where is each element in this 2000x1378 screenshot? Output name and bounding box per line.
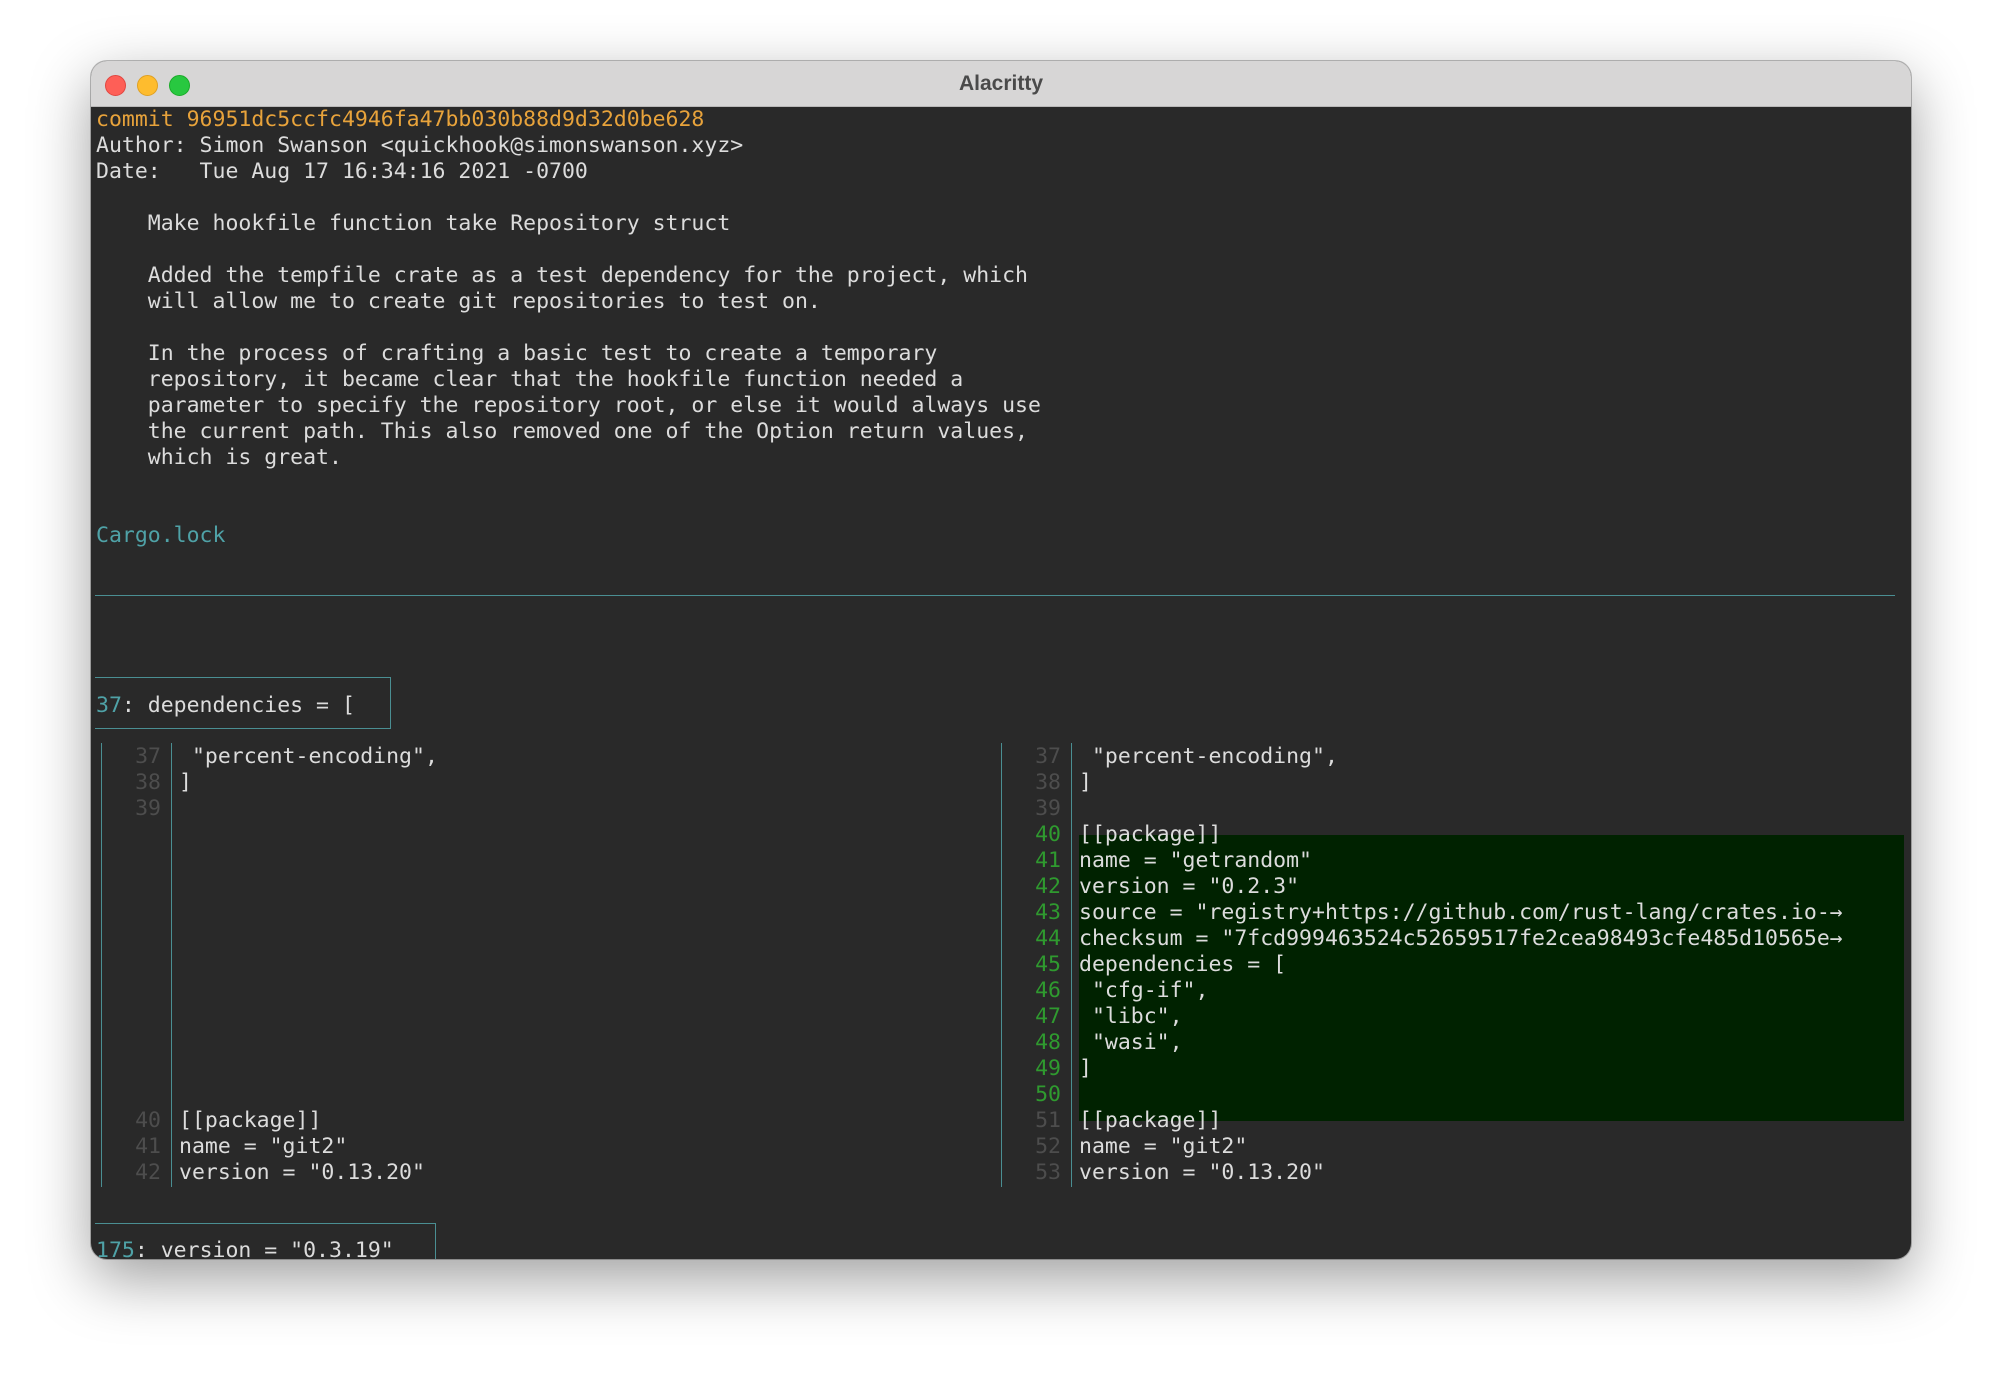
left-gutter-divider [171, 743, 172, 1187]
line-number: 37 [135, 744, 161, 769]
added-code-line: "wasi", [1079, 1030, 1183, 1055]
added-code-line: "libc", [1079, 1004, 1183, 1029]
code-line: version = "0.13.20" [179, 1160, 425, 1185]
line-number: 37 [1035, 744, 1061, 769]
added-code-line: dependencies = [ [1079, 952, 1287, 977]
right-gutter-divider [1071, 743, 1072, 1187]
line-number: 40 [1035, 822, 1061, 847]
line-number: 42 [135, 1160, 161, 1185]
terminal-window: Alacritty commit 96951dc5ccfc4946fa47bb0… [91, 61, 1911, 1259]
added-code-line: [[package]] [1079, 822, 1222, 847]
commit-message-line: Added the tempfile crate as a test depen… [96, 263, 1028, 288]
added-code-line: checksum = "7fcd999463524c52659517fe2cea… [1079, 926, 1843, 951]
commit-message-line: repository, it became clear that the hoo… [96, 367, 964, 392]
code-line: [[package]] [1079, 1108, 1222, 1133]
commit-message-line: the current path. This also removed one … [96, 419, 1028, 444]
file-separator [95, 595, 1895, 596]
line-number: 50 [1035, 1082, 1061, 1107]
code-line: [[package]] [179, 1108, 322, 1133]
code-line: ] [179, 770, 192, 795]
added-code-line: "cfg-if", [1079, 978, 1209, 1003]
line-number: 41 [1035, 848, 1061, 873]
hunk-header: 175: version = "0.3.19" [96, 1238, 394, 1259]
line-number: 46 [1035, 978, 1061, 1003]
line-number: 43 [1035, 900, 1061, 925]
commit-message-line: Make hookfile function take Repository s… [96, 211, 731, 236]
hunk-line-number: 175 [96, 1238, 135, 1259]
line-number: 51 [1035, 1108, 1061, 1133]
line-number: 53 [1035, 1160, 1061, 1185]
commit-message-line: which is great. [96, 445, 342, 470]
file-name: Cargo.lock [96, 523, 226, 548]
terminal-content[interactable]: commit 96951dc5ccfc4946fa47bb030b88d9d32… [91, 107, 1911, 1259]
code-line: name = "git2" [1079, 1134, 1248, 1159]
line-number: 39 [135, 796, 161, 821]
line-number: 44 [1035, 926, 1061, 951]
line-number: 42 [1035, 874, 1061, 899]
code-line: "percent-encoding", [179, 744, 438, 769]
line-number: 40 [135, 1108, 161, 1133]
commit-date-line: Date: Tue Aug 17 16:34:16 2021 -0700 [96, 159, 588, 184]
added-code-line: source = "registry+https://github.com/ru… [1079, 900, 1843, 925]
added-code-line: version = "0.2.3" [1079, 874, 1300, 899]
line-number: 47 [1035, 1004, 1061, 1029]
line-number: 41 [135, 1134, 161, 1159]
hunk-context: : dependencies = [ [121, 693, 355, 718]
commit-message-line: will allow me to create git repositories… [96, 289, 821, 314]
line-number: 49 [1035, 1056, 1061, 1081]
line-number: 38 [135, 770, 161, 795]
hunk-context: : version = "0.3.19" [134, 1238, 394, 1259]
right-pane-border [1001, 743, 1002, 1187]
code-line: version = "0.13.20" [1079, 1160, 1325, 1185]
commit-hash-line: commit 96951dc5ccfc4946fa47bb030b88d9d32… [96, 107, 705, 132]
line-number: 48 [1035, 1030, 1061, 1055]
line-number: 38 [1035, 770, 1061, 795]
commit-author-line: Author: Simon Swanson <quickhook@simonsw… [96, 133, 744, 158]
window-title: Alacritty [958, 72, 1044, 95]
line-number: 52 [1035, 1134, 1061, 1159]
added-code-line: name = "getrandom" [1079, 848, 1312, 873]
commit-message-line: In the process of crafting a basic test … [96, 341, 938, 366]
added-code-line: ] [1079, 1056, 1092, 1081]
left-pane-border [101, 743, 102, 1187]
code-line: "percent-encoding", [1079, 744, 1338, 769]
line-number: 45 [1035, 952, 1061, 977]
commit-message-line: parameter to specify the repository root… [96, 393, 1041, 418]
code-line: name = "git2" [179, 1134, 348, 1159]
title-bar: Alacritty [91, 61, 1911, 107]
code-line: ] [1079, 770, 1092, 795]
hunk-header: 37: dependencies = [ [96, 693, 355, 719]
hunk-line-number: 37 [96, 693, 122, 718]
line-number: 39 [1035, 796, 1061, 821]
